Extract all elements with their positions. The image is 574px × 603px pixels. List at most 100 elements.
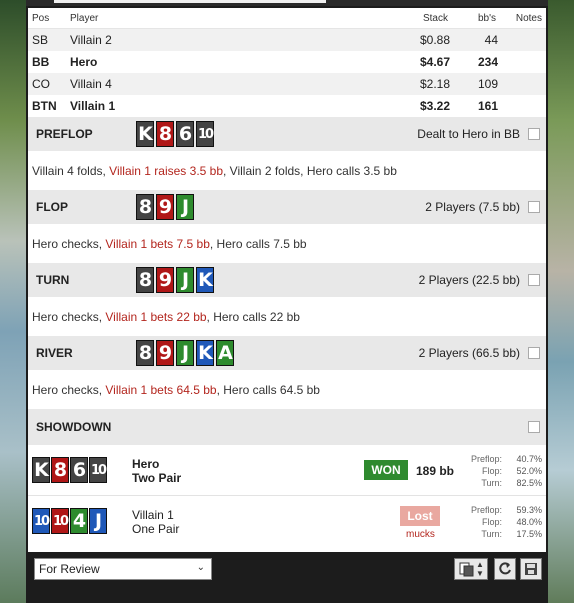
playing-card: K	[196, 267, 214, 293]
action-text: Villain 1 bets 7.5 bb	[105, 236, 210, 251]
river-title: RIVER	[36, 346, 73, 360]
player-row[interactable]: SB Villain 2 $0.88 44	[28, 29, 546, 51]
action-text: Hero checks,	[32, 309, 106, 324]
refresh-icon	[499, 562, 511, 575]
river-checkbox[interactable]	[528, 347, 540, 359]
preflop-actions: Villain 4 folds, Villain 1 raises 3.5 bb…	[28, 151, 546, 190]
header-stack: Stack	[422, 12, 448, 24]
player-position: CO	[32, 77, 50, 91]
playing-card: 8	[156, 121, 174, 147]
playing-card: 6	[70, 457, 88, 483]
villain-result: Villain 1 One Pair	[132, 508, 179, 536]
action-text: , Hero calls 64.5 bb	[216, 382, 320, 397]
playing-card: K	[136, 121, 154, 147]
playing-card: J	[176, 267, 194, 293]
copy-icon	[459, 562, 474, 577]
action-text: Hero checks,	[32, 382, 106, 397]
villain-hole-cards: 10 10 4 J	[32, 508, 107, 534]
action-text: , Hero calls 7.5 bb	[209, 236, 307, 251]
hand-replayer-panel: Pos Player Stack bb's Notes SB Villain 2 $…	[26, 0, 548, 603]
flop-actions: Hero checks, Villain 1 bets 7.5 bb, Hero…	[28, 224, 546, 263]
hero-name: Hero	[132, 457, 160, 471]
showdown-hero-row: K 8 6 10 Hero Two Pair WON 189 bb Preflop: 4…	[28, 445, 546, 496]
equity-value: 40.7%	[516, 454, 542, 464]
showdown-checkbox[interactable]	[528, 421, 540, 433]
playing-card: 8	[136, 340, 154, 366]
equity-label: Flop:	[481, 466, 502, 476]
top-scrollbar[interactable]	[26, 0, 548, 6]
playing-card: 10	[51, 508, 69, 534]
players-table-header: Pos Player Stack bb's Notes	[28, 8, 546, 29]
playing-card: J	[176, 194, 194, 220]
equity-label: Preflop:	[470, 454, 502, 464]
equity-value: 82.5%	[516, 478, 542, 488]
scroll-thumb[interactable]	[54, 0, 326, 3]
playing-card: K	[196, 340, 214, 366]
equity-label: Flop:	[481, 517, 502, 527]
header-player: Player	[70, 12, 99, 24]
river-actions: Hero checks, Villain 1 bets 64.5 bb, Her…	[28, 370, 546, 409]
river-header: RIVER 2 Players (66.5 bb) 8 9 J K A	[28, 336, 546, 370]
players-table-body: SB Villain 2 $0.88 44 BB Hero $4.67 234 CO Villai…	[28, 29, 546, 117]
equity-value: 48.0%	[516, 517, 542, 527]
playing-card: K	[32, 457, 50, 483]
header-pos: Pos	[32, 12, 50, 24]
playing-card: 4	[70, 508, 88, 534]
turn-info: 2 Players (22.5 bb)	[418, 273, 520, 287]
playing-card: 6	[176, 121, 194, 147]
villain-equity: Preflop: 59.3% Flop: 48.0% Turn: 17.5%	[456, 504, 542, 540]
hero-hole-cards: K 8 6 10	[32, 457, 107, 483]
equity-row: Turn: 17.5%	[456, 528, 542, 540]
player-stack: $0.88	[419, 33, 450, 47]
playing-card: 8	[51, 457, 69, 483]
showdown-header: SHOWDOWN	[28, 409, 546, 445]
turn-checkbox[interactable]	[528, 274, 540, 286]
equity-row: Preflop: 40.7%	[456, 453, 542, 465]
hero-hand: Two Pair	[132, 471, 182, 485]
equity-row: Flop: 52.0%	[456, 465, 542, 477]
flop-checkbox[interactable]	[528, 201, 540, 213]
turn-actions: Hero checks, Villain 1 bets 22 bb, Hero …	[28, 297, 546, 336]
showdown-villain-row: 10 10 4 J Villain 1 One Pair Lost mucks Pre…	[28, 496, 546, 546]
turn-cards: 89JK	[136, 267, 214, 293]
turn-title: TURN	[36, 273, 70, 287]
streets-container: PREFLOP Dealt to Hero in BB K 8 6 10 Villain 4…	[28, 117, 546, 409]
player-row[interactable]: BTN Villain 1 $3.22 161	[28, 95, 546, 117]
playing-card: 9	[156, 194, 174, 220]
header-notes: Notes	[515, 12, 542, 24]
save-button[interactable]	[520, 558, 542, 580]
player-position: BTN	[32, 99, 57, 113]
review-status-select[interactable]: For Review ⌄	[34, 558, 212, 580]
villain-name: Villain 1	[132, 508, 174, 522]
hand-history-content: Pos Player Stack bb's Notes SB Villain 2 $…	[28, 8, 546, 552]
background-right	[548, 0, 574, 603]
equity-value: 52.0%	[516, 466, 542, 476]
equity-label: Turn:	[481, 529, 502, 539]
player-position: SB	[32, 33, 49, 47]
player-bbs: 234	[477, 55, 498, 69]
action-text: Villain 1 bets 64.5 bb	[105, 382, 217, 397]
preflop-info: Dealt to Hero in BB	[417, 127, 520, 141]
playing-card: 10	[89, 457, 107, 483]
flop-title: FLOP	[36, 200, 68, 214]
preflop-title: PREFLOP	[36, 127, 93, 141]
playing-card: J	[89, 508, 107, 534]
playing-card: 9	[156, 267, 174, 293]
player-name: Villain 4	[70, 77, 112, 91]
player-stack: $2.18	[419, 77, 450, 91]
save-icon	[525, 563, 537, 575]
equity-label: Turn:	[481, 478, 502, 488]
player-row[interactable]: BB Hero $4.67 234	[28, 51, 546, 73]
preflop-header: PREFLOP Dealt to Hero in BB K 8 6 10	[28, 117, 546, 151]
player-row[interactable]: CO Villain 4 $2.18 109	[28, 73, 546, 95]
hero-equity: Preflop: 40.7% Flop: 52.0% Turn: 82.5%	[456, 453, 542, 489]
won-badge: WON	[364, 460, 408, 480]
player-position: BB	[32, 55, 50, 69]
copy-button[interactable]: ▲ ▼	[454, 558, 488, 580]
refresh-button[interactable]	[494, 558, 516, 580]
preflop-checkbox[interactable]	[528, 128, 540, 140]
background-left	[0, 0, 26, 603]
player-stack: $4.67	[419, 55, 450, 69]
bottom-toolbar: For Review ⌄ ▲ ▼	[26, 552, 548, 603]
equity-row: Flop: 48.0%	[456, 516, 542, 528]
